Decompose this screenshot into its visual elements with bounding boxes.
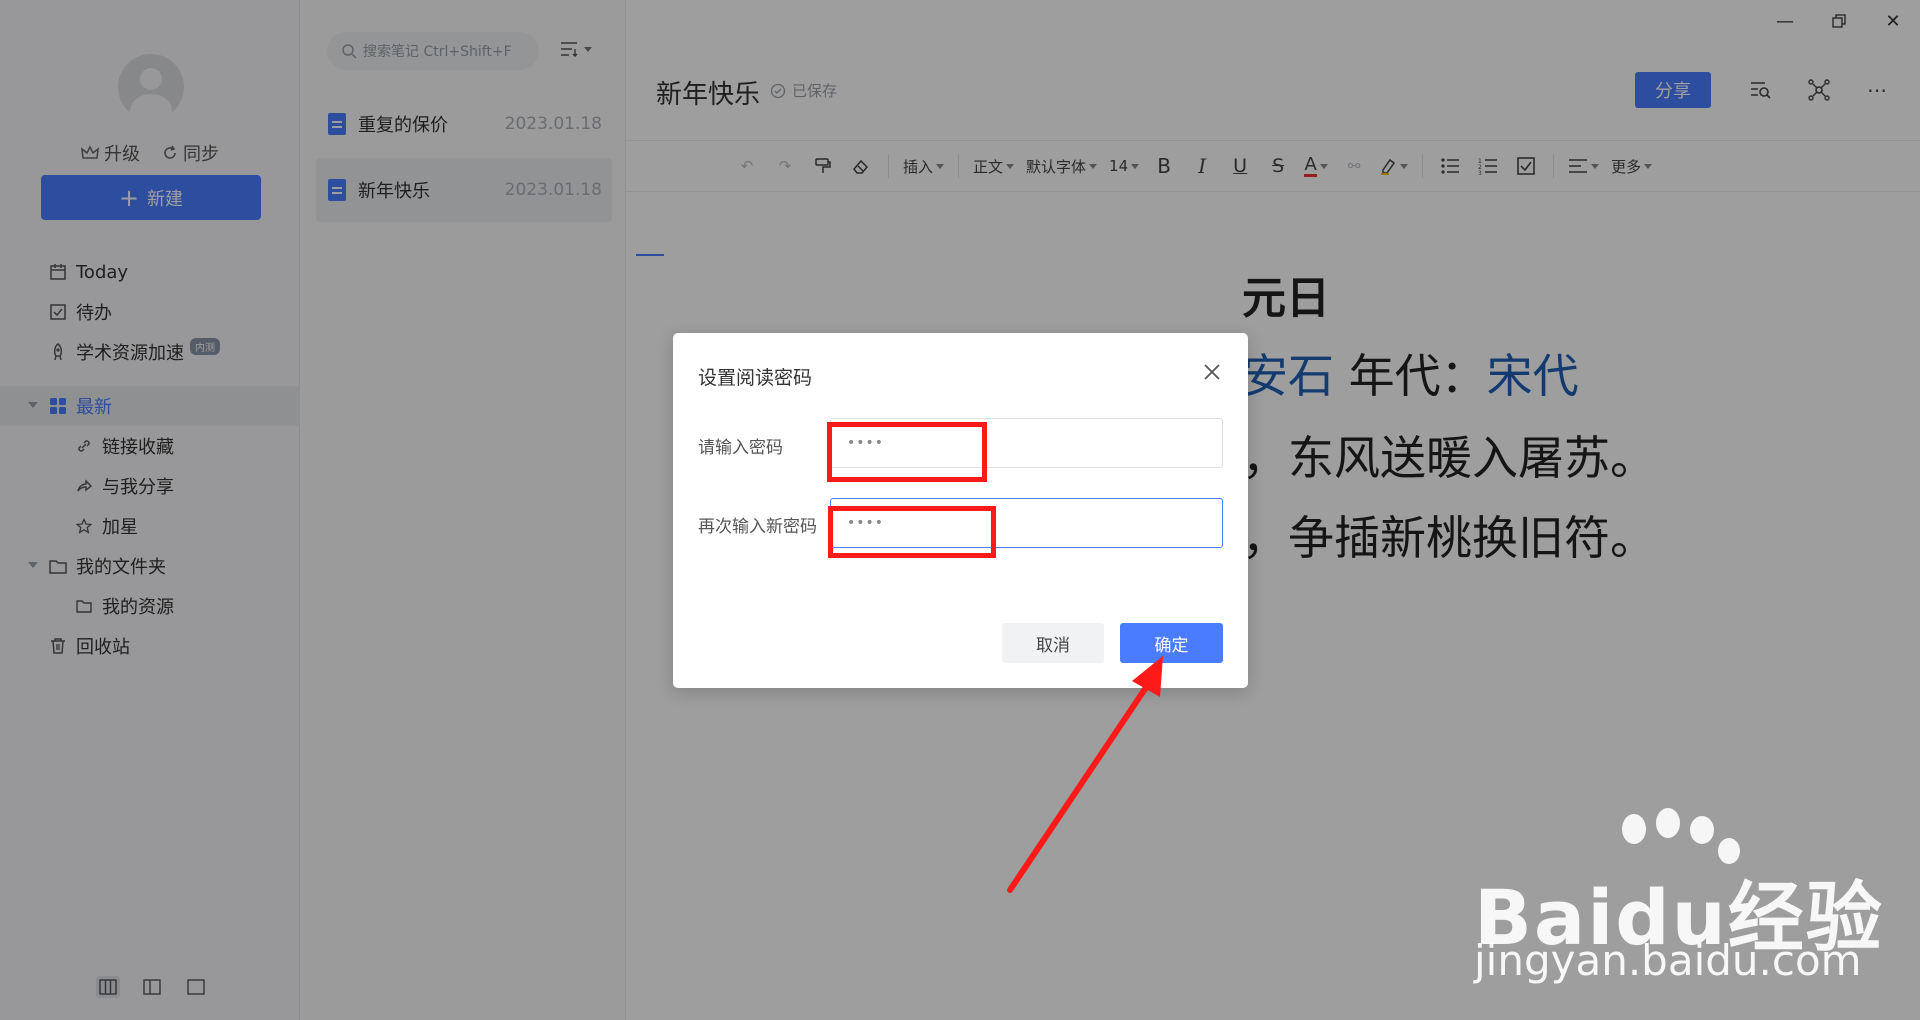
set-password-dialog: 设置阅读密码 请输入密码 •••• 再次输入新密码 •••• 取消 确定 — [673, 333, 1248, 688]
confirm-password-field[interactable]: •••• — [830, 498, 1223, 548]
baidu-jingyan-watermark: Baidu经验 jingyan.baidu.com — [1460, 808, 1882, 988]
password-field[interactable]: •••• — [830, 418, 1223, 468]
cancel-button[interactable]: 取消 — [1002, 623, 1104, 663]
dialog-title: 设置阅读密码 — [698, 367, 813, 389]
confirm-password-label: 再次输入新密码 — [698, 517, 817, 537]
confirm-button[interactable]: 确定 — [1120, 623, 1223, 663]
password-label: 请输入密码 — [698, 438, 783, 458]
close-icon[interactable] — [1199, 359, 1225, 385]
watermark-url: jingyan.baidu.com — [1474, 936, 1862, 985]
